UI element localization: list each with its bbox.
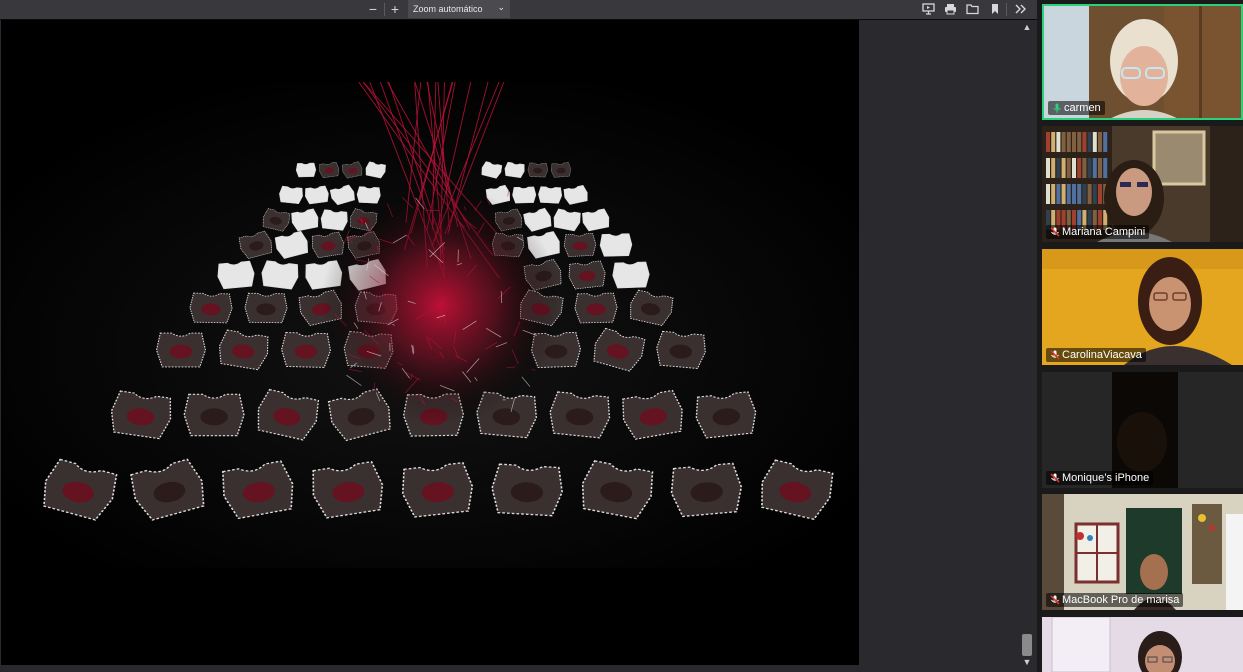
vest-sculpture: [612, 261, 650, 289]
vest-sculpture: [527, 162, 548, 178]
scroll-thumb[interactable]: [1022, 634, 1032, 656]
vest-sculpture: [656, 330, 706, 369]
mic-on-icon: [1053, 103, 1061, 113]
participant-name: CarolinaViacava: [1046, 348, 1146, 362]
vest-sculpture: [279, 185, 303, 205]
book-spine: [1046, 132, 1050, 152]
book-spine: [1098, 184, 1102, 204]
zoom-in-button[interactable]: +: [386, 1, 404, 17]
participant-name: Mariana Campini: [1046, 225, 1150, 239]
vest-sculpture: [695, 391, 757, 439]
participant-tile-macbook-marisa[interactable]: MacBook Pro de marisa: [1042, 494, 1243, 610]
vest-sculpture: [574, 292, 618, 324]
zoom-select[interactable]: Zoom automático ⌄: [408, 0, 510, 18]
participant-name: MacBook Pro de marisa: [1046, 593, 1184, 607]
book-spine: [1087, 184, 1092, 204]
mic-off-icon: [1050, 350, 1060, 360]
zoom-out-button[interactable]: −: [364, 1, 382, 17]
book-spine: [1072, 184, 1076, 204]
book-spine: [1051, 132, 1056, 152]
book-spine: [1092, 132, 1097, 152]
book-spine: [1072, 132, 1076, 152]
book-spine: [1061, 132, 1066, 152]
participants-panel: carmen Mariana Campini CarolinaViacava M…: [1037, 0, 1243, 672]
participant-tile-carmen[interactable]: carmen: [1042, 4, 1243, 120]
vest-sculpture: [538, 186, 563, 204]
vest-sculpture: [295, 162, 317, 178]
vest-sculpture: [599, 233, 633, 257]
vest-sculpture: [670, 462, 743, 518]
book-spine: [1082, 184, 1087, 204]
book-spine: [1066, 158, 1071, 178]
participant-name: Monique’s iPhone: [1046, 471, 1154, 485]
vest-sculpture: [563, 233, 597, 257]
book-spine: [1098, 158, 1102, 178]
presentation-icon[interactable]: [919, 1, 937, 17]
book-spine: [1072, 158, 1076, 178]
book-spine: [1087, 158, 1092, 178]
vest-sculpture: [244, 292, 288, 324]
toolbar-separator: [384, 3, 385, 16]
participant-tile-monique-iphone[interactable]: Monique’s iPhone: [1042, 372, 1243, 488]
book-spine: [1092, 158, 1097, 178]
vest-sculpture: [183, 393, 245, 437]
book-spine: [1061, 184, 1066, 204]
book-spine: [1056, 132, 1061, 152]
book-spine: [1087, 132, 1092, 152]
video-feed: [1042, 617, 1243, 672]
book-spine: [1077, 184, 1082, 204]
print-icon[interactable]: [941, 1, 959, 17]
installation-photo: [1, 81, 859, 568]
vest-sculpture: [320, 209, 348, 231]
toolbar-separator: [1006, 3, 1007, 16]
book-spine: [1103, 132, 1108, 152]
participant-tile-mariana-campini[interactable]: Mariana Campini: [1042, 126, 1243, 242]
vest-sculpture: [512, 186, 537, 204]
book-spine: [1092, 184, 1097, 204]
zoom-select-label: Zoom automático: [413, 4, 483, 14]
book-spine: [1098, 132, 1102, 152]
vest-sculpture: [155, 332, 207, 368]
book-spine: [1056, 184, 1061, 204]
book-spine: [1061, 158, 1066, 178]
book-spine: [1051, 184, 1056, 204]
participant-tile-carolina-viacava[interactable]: CarolinaViacava: [1042, 249, 1243, 365]
vest-sculpture: [356, 186, 381, 204]
document-viewer[interactable]: [0, 20, 1020, 672]
book-spine: [1077, 132, 1082, 152]
chevron-down-icon: ⌄: [497, 2, 505, 12]
scroll-down-arrow[interactable]: ▼: [1022, 657, 1032, 667]
book-spine: [1056, 158, 1061, 178]
vest-sculpture: [550, 162, 572, 178]
vest-sculpture: [217, 260, 255, 290]
slide-page: [1, 20, 859, 665]
participant-tile-partial[interactable]: [1042, 617, 1243, 672]
tools-chevron-icon[interactable]: [1012, 1, 1030, 17]
mic-off-icon: [1050, 595, 1060, 605]
mic-off-icon: [1050, 227, 1060, 237]
book-spine: [1103, 158, 1108, 178]
book-spine: [1066, 132, 1071, 152]
book-spine: [1077, 158, 1082, 178]
vest-sculpture: [280, 332, 332, 368]
book-spine: [1082, 158, 1087, 178]
book-spine: [1046, 184, 1050, 204]
viewer-scrollbar[interactable]: ▲ ▼: [1020, 20, 1034, 672]
book-spine: [1082, 132, 1087, 152]
scroll-up-arrow[interactable]: ▲: [1022, 22, 1032, 32]
vest-sculpture: [189, 292, 233, 324]
book-spine: [1066, 184, 1071, 204]
book-spine: [1051, 158, 1056, 178]
vest-sculpture: [491, 463, 563, 517]
bookmark-icon[interactable]: [986, 1, 1004, 17]
open-file-icon[interactable]: [963, 1, 981, 17]
central-red-figure: [321, 185, 561, 425]
book-spine: [1046, 158, 1050, 178]
mic-off-icon: [1050, 473, 1060, 483]
pdf-toolbar: − + Zoom automático ⌄: [0, 0, 1037, 20]
